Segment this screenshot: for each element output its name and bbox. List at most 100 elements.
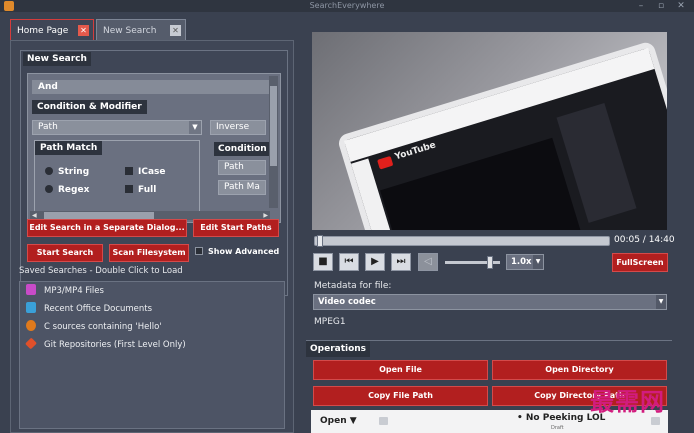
stop-button[interactable]: ■ bbox=[313, 253, 333, 271]
c-source-icon bbox=[26, 320, 36, 331]
document-icon bbox=[26, 302, 36, 313]
mute-button[interactable]: ◁ bbox=[418, 253, 438, 271]
scroll-left-icon[interactable]: ◀ bbox=[32, 212, 37, 219]
open-directory-button[interactable]: Open Directory bbox=[492, 360, 667, 380]
saved-search-label: Git Repositories (First Level Only) bbox=[44, 340, 186, 350]
watermark: 最需网 bbox=[590, 387, 665, 416]
stop-icon: ■ bbox=[318, 256, 328, 267]
caret-down-icon: ▼ bbox=[349, 416, 357, 426]
skip-forward-icon: ⏭ bbox=[396, 256, 406, 267]
field-select[interactable]: Path ▼ bbox=[32, 120, 202, 135]
radio-icon bbox=[45, 185, 53, 193]
tab-label: New Search bbox=[103, 26, 157, 36]
time-display: 00:05 / 14:40 bbox=[614, 235, 675, 245]
string-label: String bbox=[58, 167, 90, 177]
tab-new-search[interactable]: New Search ✕ bbox=[96, 19, 186, 41]
string-radio[interactable]: String bbox=[45, 167, 89, 177]
vertical-scrollbar[interactable] bbox=[269, 76, 278, 208]
seek-handle[interactable] bbox=[317, 235, 323, 247]
speaker-icon: ◁ bbox=[424, 256, 432, 267]
new-search-label: New Search bbox=[23, 52, 91, 66]
edit-start-paths-button[interactable]: Edit Start Paths bbox=[193, 219, 279, 237]
next-button[interactable]: ⏭ bbox=[391, 253, 411, 271]
condition-select[interactable]: Path bbox=[218, 160, 266, 175]
scrollbar-thumb[interactable] bbox=[44, 212, 154, 219]
chevron-down-icon: ▼ bbox=[533, 255, 543, 269]
full-label: Full bbox=[138, 185, 157, 195]
scroll-right-icon[interactable]: ▶ bbox=[263, 212, 268, 219]
saved-search-item[interactable]: Git Repositories (First Level Only) bbox=[25, 337, 186, 353]
regex-label: Regex bbox=[58, 185, 90, 195]
close-tab-icon[interactable]: ✕ bbox=[78, 25, 89, 36]
title-bar: SearchEverywhere – ▫ ✕ bbox=[0, 0, 694, 12]
tab-label: Home Page bbox=[17, 26, 69, 36]
music-file-icon bbox=[26, 284, 36, 295]
copy-file-path-button[interactable]: Copy File Path bbox=[313, 386, 488, 406]
field-select-value: Path bbox=[38, 122, 58, 132]
saved-search-item[interactable]: Recent Office Documents bbox=[26, 301, 152, 317]
close-window-icon[interactable]: ✕ bbox=[676, 1, 686, 11]
saved-searches-list[interactable]: MP3/MP4 Files Recent Office Documents C … bbox=[19, 281, 285, 429]
chevron-down-icon: ▼ bbox=[189, 121, 201, 134]
open-label: Open bbox=[320, 416, 347, 426]
saved-search-label: MP3/MP4 Files bbox=[44, 286, 104, 296]
inverse-toggle[interactable]: Inverse bbox=[210, 120, 266, 135]
chevron-down-icon: ▼ bbox=[656, 295, 666, 309]
condition-label: Condition bbox=[214, 142, 271, 156]
start-search-button[interactable]: Start Search bbox=[27, 244, 103, 262]
condition-modifier-label: Condition & Modifier bbox=[32, 100, 147, 114]
metadata-value: MPEG1 bbox=[314, 317, 346, 327]
volume-knob[interactable] bbox=[487, 256, 493, 269]
condition-select-value: Path bbox=[224, 162, 244, 172]
git-icon bbox=[25, 337, 37, 350]
lock-icon bbox=[379, 417, 388, 425]
icase-label: ICase bbox=[138, 167, 166, 177]
metadata-select-value: Video codec bbox=[318, 297, 376, 307]
checkbox-icon bbox=[125, 185, 133, 193]
checkbox-icon bbox=[195, 247, 203, 255]
path-match-label: Path Match bbox=[35, 141, 103, 155]
condition-select-2[interactable]: Path Ma bbox=[218, 180, 266, 195]
play-icon: ▶ bbox=[371, 256, 379, 267]
and-node[interactable]: And bbox=[32, 80, 270, 94]
full-checkbox[interactable]: Full bbox=[125, 185, 156, 195]
tab-home-page[interactable]: Home Page ✕ bbox=[10, 19, 94, 41]
speed-select[interactable]: 1.0x ▼ bbox=[506, 254, 544, 270]
saved-search-label: Recent Office Documents bbox=[44, 304, 153, 314]
open-file-button[interactable]: Open File bbox=[313, 360, 488, 380]
radio-icon bbox=[45, 167, 53, 175]
checkbox-icon bbox=[125, 167, 133, 175]
previous-button[interactable]: ⏮ bbox=[339, 253, 359, 271]
show-advanced-checkbox[interactable]: Show Advanced bbox=[195, 247, 279, 256]
maximize-icon[interactable]: ▫ bbox=[656, 1, 666, 11]
inverse-label: Inverse bbox=[216, 122, 250, 132]
video-preview[interactable]: YouTube bbox=[312, 32, 667, 230]
scrollbar-thumb[interactable] bbox=[270, 86, 277, 166]
youtube-logo-icon bbox=[377, 155, 394, 170]
new-search-group: New Search And Condition & Modifier Path… bbox=[20, 50, 288, 296]
operations-label: Operations bbox=[306, 341, 371, 357]
saved-search-label: C sources containing 'Hello' bbox=[44, 322, 162, 332]
metadata-select[interactable]: Video codec ▼ bbox=[313, 294, 667, 310]
play-button[interactable]: ▶ bbox=[365, 253, 385, 271]
edit-separate-dialog-button[interactable]: Edit Search in a Separate Dialog... bbox=[27, 219, 187, 237]
condition-select-2-value: Path Ma bbox=[224, 182, 260, 192]
home-page-panel: New Search And Condition & Modifier Path… bbox=[10, 40, 294, 433]
scan-filesystem-button[interactable]: Scan Filesystem bbox=[109, 244, 189, 262]
share-icon[interactable] bbox=[651, 417, 660, 425]
regex-radio[interactable]: Regex bbox=[45, 185, 89, 195]
seek-bar[interactable] bbox=[314, 235, 610, 247]
fullscreen-button[interactable]: FullScreen bbox=[612, 253, 668, 272]
icase-checkbox[interactable]: ICase bbox=[125, 167, 166, 177]
metadata-label: Metadata for file: bbox=[314, 281, 392, 291]
volume-slider[interactable] bbox=[445, 256, 500, 269]
open-menu-button[interactable]: Open ▼ bbox=[320, 416, 357, 426]
saved-searches-title: Saved Searches - Double Click to Load bbox=[19, 266, 183, 276]
saved-search-item[interactable]: C sources containing 'Hello' bbox=[26, 319, 162, 335]
minimize-icon[interactable]: – bbox=[636, 1, 646, 11]
speed-value: 1.0x bbox=[511, 257, 532, 267]
close-tab-icon[interactable]: ✕ bbox=[170, 25, 181, 36]
window-title: SearchEverywhere bbox=[309, 1, 385, 10]
saved-search-item[interactable]: MP3/MP4 Files bbox=[26, 283, 104, 299]
search-tree-area[interactable]: And Condition & Modifier Path ▼ Inverse … bbox=[27, 73, 281, 223]
